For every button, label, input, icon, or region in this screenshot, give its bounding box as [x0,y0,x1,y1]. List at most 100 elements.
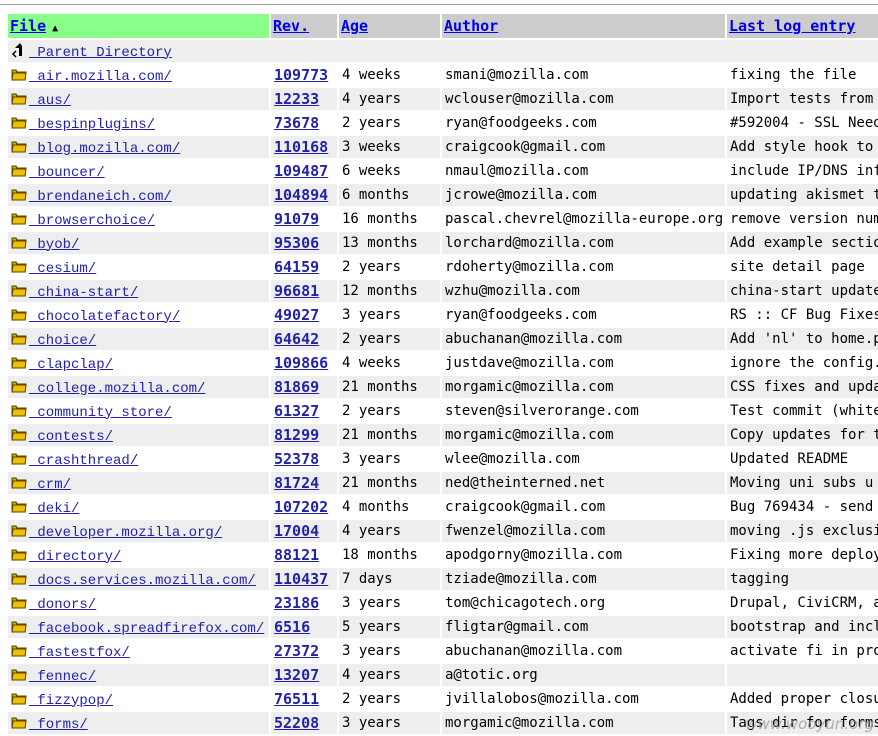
revision-link[interactable]: 64642 [274,330,319,348]
folder-link[interactable]: directory/ [29,549,121,565]
revision-link[interactable]: 52208 [274,714,319,732]
folder-link[interactable]: china-start/ [29,285,138,301]
revision-link[interactable]: 109487 [274,162,328,180]
sort-by-age-link[interactable]: Age [341,17,368,35]
folder-link[interactable]: choice/ [29,333,96,349]
folder-link[interactable]: crm/ [29,477,71,493]
revision-link[interactable]: 17004 [274,522,319,540]
log-entry-cell: Added proper closu [727,688,878,712]
folder-link[interactable]: bouncer/ [29,165,104,181]
revision-link[interactable]: 27372 [274,642,319,660]
rev-cell: 6516 [271,616,339,640]
revision-link[interactable]: 61327 [274,402,319,420]
folder-link[interactable]: blog.mozilla.com/ [29,141,180,157]
folder-link[interactable]: chocolatefactory/ [29,309,180,325]
revision-link[interactable]: 6516 [274,618,310,636]
author-cell: smani@mozilla.com [442,64,727,88]
table-row: developer.mozilla.org/17004 4 years fwenze… [8,520,878,544]
folder-link[interactable]: brendaneich.com/ [29,189,171,205]
file-cell: chocolatefactory/ [8,304,271,328]
folder-link[interactable]: deki/ [29,501,79,517]
parent-directory-link[interactable]: Parent Directory [29,45,171,61]
revision-link[interactable]: 13207 [274,666,319,684]
folder-link[interactable]: fizzypop/ [29,693,113,709]
log-entry-cell: Add example sectio [727,232,878,256]
table-row: community_store/61327 2 years steven@silve… [8,400,878,424]
folder-icon [11,644,29,660]
revision-link[interactable]: 76511 [274,690,319,708]
folder-link[interactable]: contests/ [29,429,113,445]
revision-link[interactable]: 23186 [274,594,319,612]
folder-icon [11,332,29,348]
revision-link[interactable]: 91079 [274,210,319,228]
folder-link[interactable]: fastestfox/ [29,645,129,661]
revision-link[interactable]: 104894 [274,186,328,204]
sort-by-file-link[interactable]: File [10,17,46,35]
rev-cell: 12233 [271,88,339,112]
file-cell: crm/ [8,472,271,496]
folder-link[interactable]: forms/ [29,717,87,733]
revision-link[interactable]: 95306 [274,234,319,252]
log-column-header: Last log entry [727,14,878,40]
revision-link[interactable]: 73678 [274,114,319,132]
folder-icon [11,572,29,588]
revision-link[interactable]: 49027 [274,306,319,324]
folder-link[interactable]: browserchoice/ [29,213,155,229]
rev-cell: 17004 [271,520,339,544]
table-row: aus/12233 4 years wclouser@mozilla.com Impo… [8,88,878,112]
folder-link[interactable]: clapclap/ [29,357,113,373]
folder-icon [11,68,29,84]
age-cell: 2 years [339,328,442,352]
folder-link[interactable]: developer.mozilla.org/ [29,525,222,541]
revision-link[interactable]: 110168 [274,138,328,156]
author-cell: ryan@foodgeeks.com [442,112,727,136]
folder-link[interactable]: donors/ [29,597,96,613]
sort-by-log-link[interactable]: Last log entry [729,17,855,35]
folder-link[interactable]: fennec/ [29,669,96,685]
sort-by-rev-link[interactable]: Rev. [273,17,309,35]
revision-link[interactable]: 96681 [274,282,319,300]
rev-cell: 49027 [271,304,339,328]
table-row: contests/81299 21 months morgamic@mozilla.… [8,424,878,448]
rev-cell: 76511 [271,688,339,712]
author-cell: wclouser@mozilla.com [442,88,727,112]
sort-by-author-link[interactable]: Author [444,17,498,35]
author-cell: wlee@mozilla.com [442,448,727,472]
file-cell: fastestfox/ [8,640,271,664]
rev-cell: 52208 [271,712,339,736]
age-cell: 12 months [339,280,442,304]
revision-link[interactable]: 81299 [274,426,319,444]
folder-link[interactable]: college.mozilla.com/ [29,381,205,397]
folder-link[interactable]: facebook.spreadfirefox.com/ [29,621,264,637]
revision-link[interactable]: 109773 [274,66,328,84]
folder-link[interactable]: community_store/ [29,405,171,421]
revision-link[interactable]: 52378 [274,450,319,468]
log-entry-cell: ignore the config. [727,352,878,376]
folder-link[interactable]: docs.services.mozilla.com/ [29,573,255,589]
revision-link[interactable]: 81869 [274,378,319,396]
table-row: cesium/64159 2 years rdoherty@mozilla.com s… [8,256,878,280]
revision-link[interactable]: 81724 [274,474,319,492]
author-cell: abuchanan@mozilla.com [442,640,727,664]
folder-link[interactable]: cesium/ [29,261,96,277]
folder-link[interactable]: byob/ [29,237,79,253]
rev-cell: 81724 [271,472,339,496]
revision-link[interactable]: 107202 [274,498,328,516]
author-cell: craigcook@gmail.com [442,496,727,520]
revision-link[interactable]: 88121 [274,546,319,564]
age-cell: 21 months [339,472,442,496]
age-cell: 3 weeks [339,136,442,160]
folder-link[interactable]: aus/ [29,93,71,109]
revision-link[interactable]: 12233 [274,90,319,108]
table-row: choice/64642 2 years abuchanan@mozilla.com… [8,328,878,352]
log-entry-cell: bootstrap and incl [727,616,878,640]
table-row: air.mozilla.com/109773 4 weeks smani@mozil… [8,64,878,88]
folder-icon [11,500,29,516]
author-cell: abuchanan@mozilla.com [442,328,727,352]
folder-link[interactable]: air.mozilla.com/ [29,69,171,85]
folder-link[interactable]: crashthread/ [29,453,138,469]
revision-link[interactable]: 64159 [274,258,319,276]
folder-link[interactable]: bespinplugins/ [29,117,155,133]
revision-link[interactable]: 110437 [274,570,328,588]
revision-link[interactable]: 109866 [274,354,328,372]
